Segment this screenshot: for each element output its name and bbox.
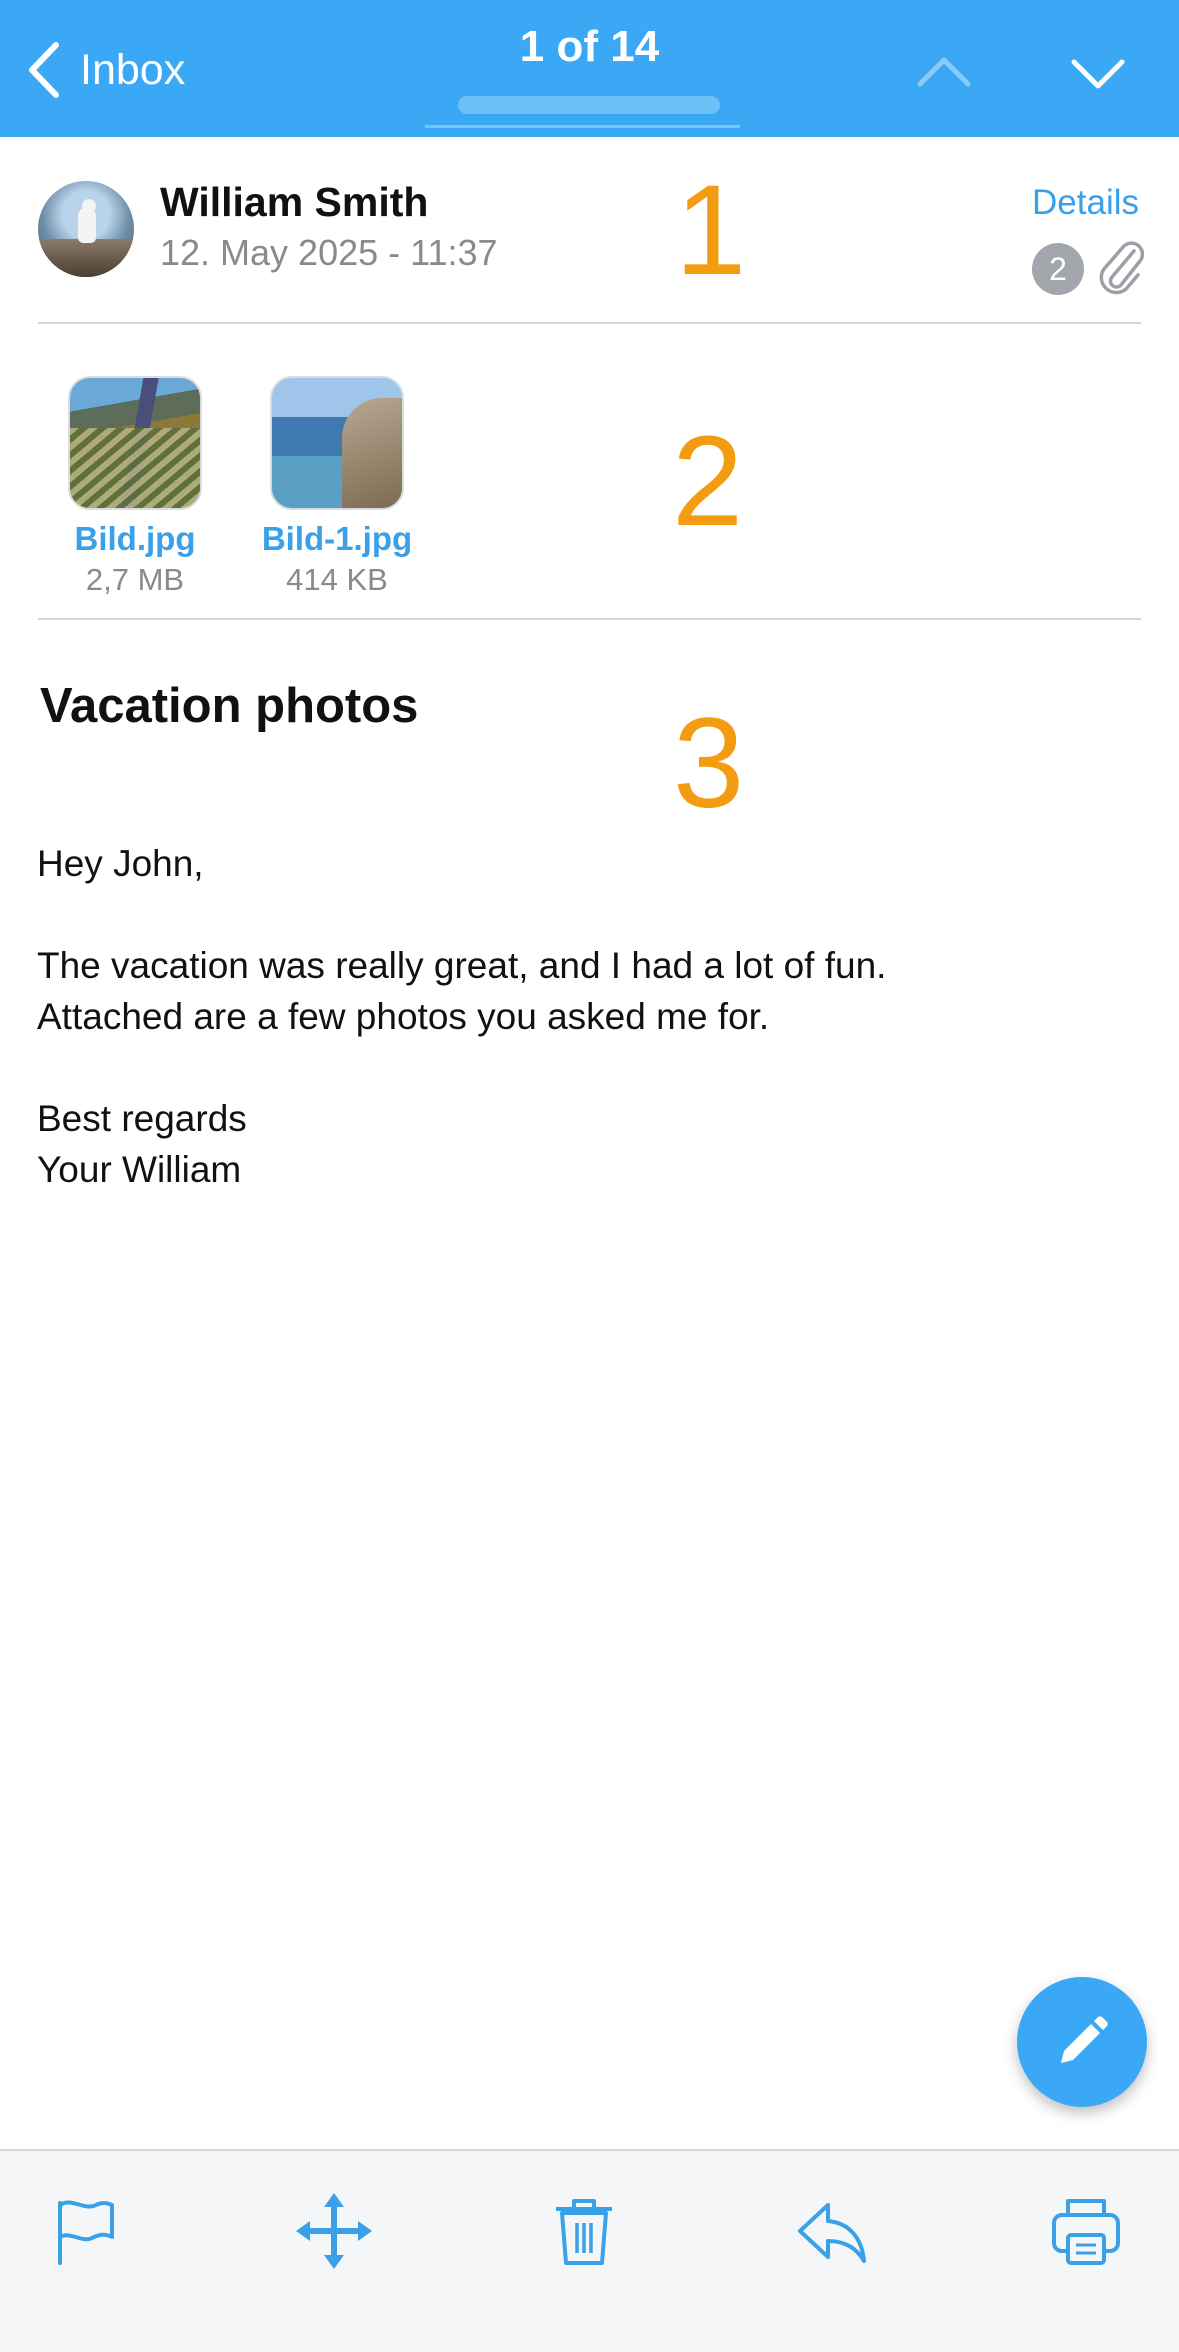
compose-button[interactable] — [1017, 1977, 1147, 2107]
message-counter: 1 of 14 — [519, 22, 660, 71]
attachment-count-badge: 2 — [1032, 243, 1084, 295]
body-signature: Your William — [37, 1149, 242, 1190]
bottom-toolbar — [0, 2149, 1179, 2352]
thumbnail-cliff — [342, 398, 402, 508]
attachment-item[interactable]: Bild-1.jpg 414 KB — [237, 376, 437, 598]
message-header: William Smith 12. May 2025 - 11:37 Detai… — [0, 137, 1179, 324]
body-line: Attached are a few photos you asked me f… — [37, 996, 770, 1037]
divider — [38, 618, 1141, 620]
chevron-up-icon[interactable] — [914, 42, 974, 102]
annotation-marker-1: 1 — [675, 159, 747, 302]
attachment-name: Bild-1.jpg — [261, 520, 413, 557]
reply-icon[interactable] — [792, 2191, 872, 2271]
attachments-section: Bild.jpg 2,7 MB Bild-1.jpg 414 KB 2 — [0, 330, 1179, 618]
avatar-bird-head — [82, 199, 96, 213]
top-navigation-bar: Inbox 1 of 14 — [0, 0, 1179, 137]
avatar — [38, 181, 134, 277]
body-greeting: Hey John, — [37, 843, 204, 884]
sender-name: William Smith — [160, 179, 429, 225]
blurred-subject — [458, 96, 720, 114]
pencil-icon — [1061, 2016, 1108, 2063]
annotation-marker-2: 2 — [672, 410, 744, 553]
attachment-name: Bild.jpg — [74, 520, 196, 557]
thumbnail-plant — [70, 428, 200, 508]
attachment-size: 414 KB — [286, 562, 388, 597]
divider — [38, 322, 1141, 324]
annotation-marker-3: 3 — [673, 692, 745, 835]
body-closing: Best regards — [37, 1098, 247, 1139]
chevron-down-icon[interactable] — [1068, 42, 1128, 102]
subject-underline — [425, 125, 740, 128]
message-subject: Vacation photos — [40, 679, 419, 733]
print-icon[interactable] — [1046, 2191, 1126, 2271]
avatar-rock — [38, 239, 134, 277]
move-icon[interactable] — [294, 2191, 374, 2271]
body-line: The vacation was really great, and I had… — [37, 945, 887, 986]
trash-icon[interactable] — [544, 2191, 624, 2271]
message-body: Hey John, The vacation was really great,… — [37, 838, 886, 1195]
message-date: 12. May 2025 - 11:37 — [160, 232, 498, 273]
attachment-thumbnail — [68, 376, 202, 510]
attachment-size: 2,7 MB — [85, 562, 185, 597]
paperclip-icon — [1099, 241, 1145, 295]
flag-icon[interactable] — [46, 2191, 126, 2271]
details-link[interactable]: Details — [1032, 183, 1139, 223]
attachment-item[interactable]: Bild.jpg 2,7 MB — [35, 376, 235, 598]
attachment-thumbnail — [270, 376, 404, 510]
